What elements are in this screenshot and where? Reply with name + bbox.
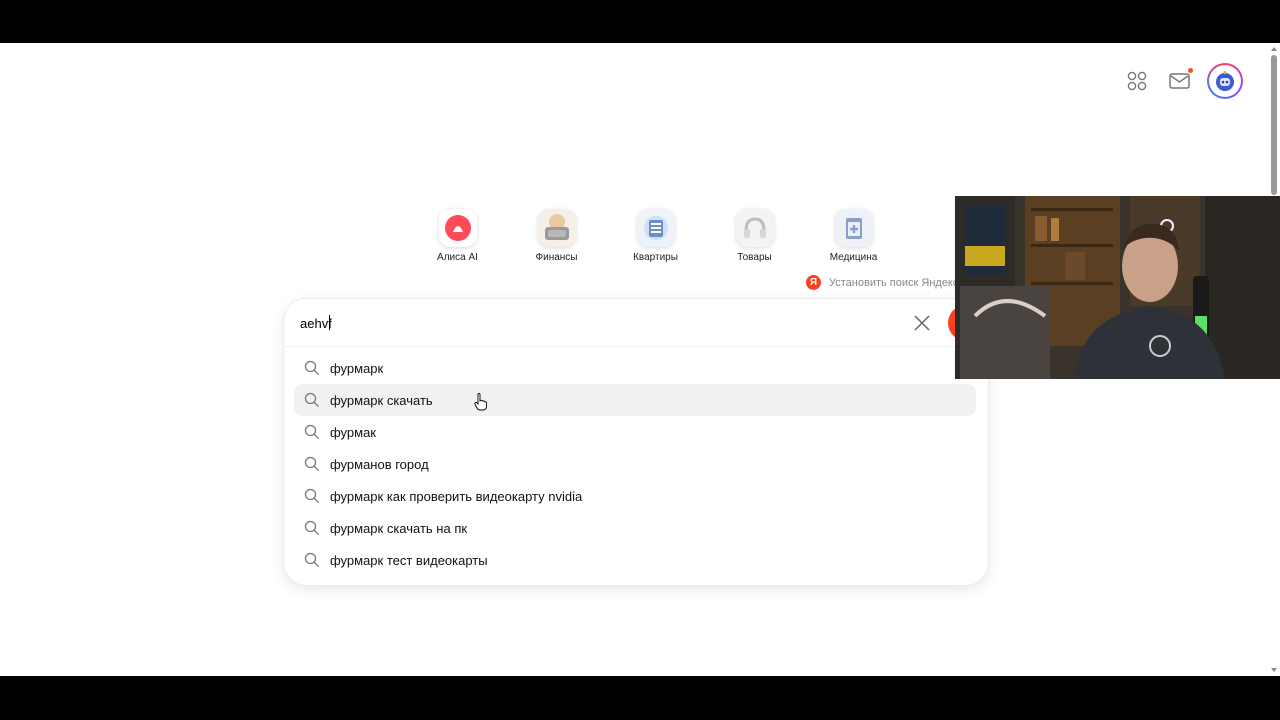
suggestion-item[interactable]: фурмарк bbox=[294, 352, 976, 384]
search-input[interactable] bbox=[300, 312, 900, 334]
service-finance[interactable]: Финансы bbox=[507, 209, 606, 263]
clear-search-button[interactable] bbox=[912, 313, 932, 333]
service-label: Квартиры bbox=[633, 252, 678, 263]
video-letterbox-bottom bbox=[0, 676, 1280, 720]
video-letterbox-top bbox=[0, 0, 1280, 43]
suggestions-list: фурмарк фурмарк скачать фурмак фурманов … bbox=[294, 352, 976, 576]
apartments-icon bbox=[636, 209, 675, 247]
service-goods[interactable]: Товары bbox=[705, 209, 804, 263]
finance-icon bbox=[537, 209, 576, 247]
scrollbar-thumb[interactable] bbox=[1271, 55, 1277, 195]
robot-avatar-icon bbox=[1216, 71, 1234, 91]
service-label: Финансы bbox=[535, 252, 578, 263]
suggestion-item[interactable]: фурманов город bbox=[294, 448, 976, 480]
mail-icon bbox=[1169, 73, 1190, 89]
search-box: фурмарк фурмарк скачать фурмак фурманов … bbox=[284, 299, 988, 585]
suggestion-text: фурмарк скачать на пк bbox=[330, 520, 468, 536]
user-avatar[interactable] bbox=[1207, 63, 1243, 99]
search-icon bbox=[304, 552, 319, 567]
install-yandex-search-link[interactable]: Я Установить поиск Яндекса bbox=[806, 275, 965, 290]
service-apartments[interactable]: Квартиры bbox=[606, 209, 705, 263]
service-alice[interactable]: Алиса AI bbox=[408, 209, 507, 263]
search-icon bbox=[304, 520, 319, 535]
suggestion-item[interactable]: фурмарк скачать bbox=[294, 384, 976, 416]
medicine-icon bbox=[834, 209, 873, 247]
suggestion-text: фурмак bbox=[330, 424, 376, 440]
text-caret bbox=[329, 315, 330, 330]
search-icon bbox=[304, 456, 319, 471]
hand-cursor-icon bbox=[474, 393, 487, 411]
suggestion-item[interactable]: фурмак bbox=[294, 416, 976, 448]
close-icon bbox=[914, 315, 930, 331]
service-medicine[interactable]: Медицина bbox=[804, 209, 903, 263]
suggestion-text: фурмарк скачать bbox=[330, 392, 433, 408]
suggestion-item[interactable]: фурмарк тест видеокарты bbox=[294, 544, 976, 576]
apps-button[interactable] bbox=[1124, 68, 1150, 94]
search-icon bbox=[304, 424, 319, 439]
headphones-icon bbox=[735, 209, 774, 247]
search-icon bbox=[304, 488, 319, 503]
services-row: Алиса AI Финансы Квартиры Товары Медицин… bbox=[408, 209, 903, 263]
suggestion-text: фурмарк тест видеокарты bbox=[330, 552, 488, 568]
search-icon bbox=[304, 392, 319, 407]
suggestion-item[interactable]: фурмарк скачать на пк bbox=[294, 512, 976, 544]
install-link-text: Установить поиск Яндекса bbox=[829, 276, 965, 289]
apps-grid-icon bbox=[1127, 71, 1147, 91]
service-label: Медицина bbox=[829, 252, 878, 263]
suggestion-text: фурмарк bbox=[330, 360, 384, 376]
search-divider bbox=[284, 346, 988, 347]
scroll-down-arrow-icon[interactable] bbox=[1271, 668, 1277, 672]
webcam-overlay bbox=[955, 196, 1280, 379]
yandex-logo-icon: Я bbox=[806, 275, 821, 290]
mail-notification-dot bbox=[1188, 68, 1193, 73]
suggestion-text: фурманов город bbox=[330, 456, 429, 472]
suggestion-text: фурмарк как проверить видеокарту nvidia bbox=[330, 488, 583, 504]
suggestion-item[interactable]: фурмарк как проверить видеокарту nvidia bbox=[294, 480, 976, 512]
search-icon bbox=[304, 360, 319, 375]
service-label: Товары bbox=[737, 252, 772, 263]
mail-button[interactable] bbox=[1166, 68, 1194, 94]
alice-icon bbox=[438, 209, 477, 247]
scroll-up-arrow-icon[interactable] bbox=[1271, 47, 1277, 51]
service-label: Алиса AI bbox=[437, 252, 478, 263]
